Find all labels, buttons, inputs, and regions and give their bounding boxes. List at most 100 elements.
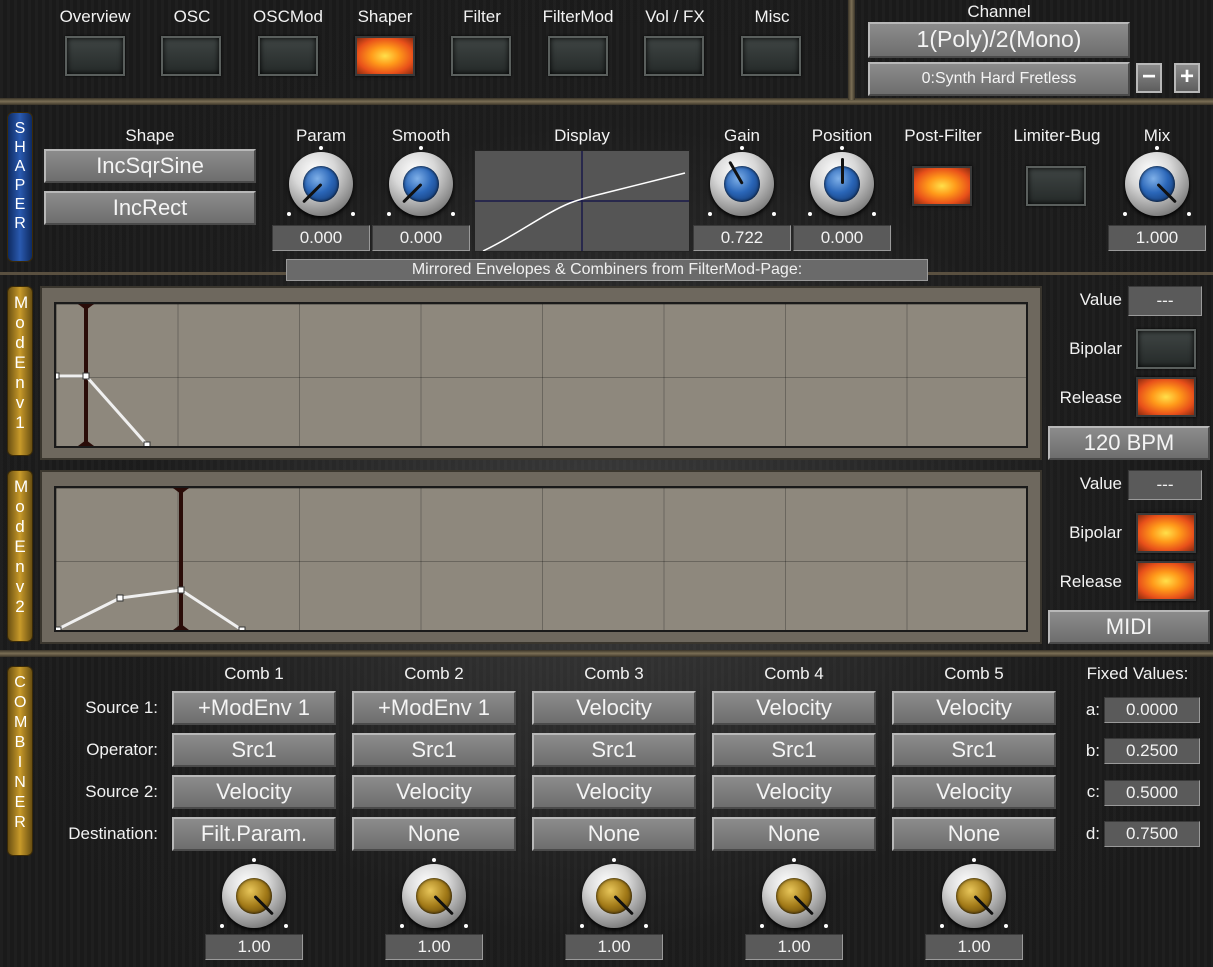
comb3-source1-select[interactable]: Velocity — [532, 691, 696, 725]
comb3-destination-select[interactable]: None — [532, 817, 696, 851]
channel-mode-select[interactable]: 1(Poly)/2(Mono) — [868, 22, 1130, 58]
tab-shaper-label: Shaper — [357, 7, 413, 26]
smooth-value[interactable]: 0.000 — [372, 225, 470, 251]
param-knob[interactable] — [287, 146, 355, 216]
comb5-operator-select[interactable]: Src1 — [892, 733, 1056, 767]
comb4-destination-select[interactable]: None — [712, 817, 876, 851]
shape1-select[interactable]: IncSqrSine — [44, 149, 256, 183]
comb5-amount-knob[interactable] — [940, 858, 1008, 928]
tab-osc[interactable] — [161, 36, 221, 76]
comb1-amount-value[interactable]: 1.00 — [205, 934, 303, 960]
position-knob[interactable] — [808, 146, 876, 216]
comb2-source1-select[interactable]: +ModEnv 1 — [352, 691, 516, 725]
comb1-source1-select[interactable]: +ModEnv 1 — [172, 691, 336, 725]
comb4-title: Comb 4 — [764, 664, 824, 683]
preset-prev-button[interactable]: − — [1136, 63, 1162, 93]
tab-osc-label: OSC — [173, 7, 211, 26]
preset-select[interactable]: 0:Synth Hard Fretless — [868, 62, 1130, 96]
limiterbug-toggle[interactable] — [1026, 166, 1086, 206]
comb3-operator-select[interactable]: Src1 — [532, 733, 696, 767]
gain-knob[interactable] — [708, 146, 776, 216]
comb5-title: Comb 5 — [944, 664, 1004, 683]
modenv1-tag-text: ModEnv1 — [14, 293, 29, 432]
tab-overview-label: Overview — [59, 7, 131, 26]
smooth-label: Smooth — [391, 126, 451, 145]
comb2-destination-select[interactable]: None — [352, 817, 516, 851]
fixed-d-value[interactable]: 0.7500 — [1104, 821, 1200, 847]
position-value[interactable]: 0.000 — [793, 225, 891, 251]
env2-release-toggle[interactable] — [1136, 561, 1196, 601]
limiterbug-label: Limiter-Bug — [1013, 126, 1101, 145]
shape-label: Shape — [125, 126, 175, 145]
modenv1-panel — [40, 286, 1042, 460]
comb1-destination-select[interactable]: Filt.Param. — [172, 817, 336, 851]
tab-misc[interactable] — [741, 36, 801, 76]
tab-filtermod[interactable] — [548, 36, 608, 76]
comb1-amount-knob[interactable] — [220, 858, 288, 928]
modenv2-graph[interactable] — [54, 486, 1028, 632]
modenv2-tag: ModEnv2 — [7, 470, 33, 642]
comb4-amount-value[interactable]: 1.00 — [745, 934, 843, 960]
comb2-source2-select[interactable]: Velocity — [352, 775, 516, 809]
tab-overview[interactable] — [65, 36, 125, 76]
comb4-source2-select[interactable]: Velocity — [712, 775, 876, 809]
postfilter-label: Post-Filter — [904, 126, 982, 145]
comb3-title: Comb 3 — [584, 664, 644, 683]
comb4-operator-select[interactable]: Src1 — [712, 733, 876, 767]
comb3-amount-knob[interactable] — [580, 858, 648, 928]
mix-label: Mix — [1143, 126, 1171, 145]
env1-sync-select[interactable]: 120 BPM — [1048, 426, 1210, 460]
env2-sync-select[interactable]: MIDI — [1048, 610, 1210, 644]
shaper-display — [474, 150, 690, 252]
row-label-destination: Destination: — [68, 824, 158, 843]
gain-value[interactable]: 0.722 — [693, 225, 791, 251]
comb2-operator-select[interactable]: Src1 — [352, 733, 516, 767]
row-label-source1: Source 1: — [85, 698, 158, 717]
channel-title: Channel — [967, 2, 1031, 21]
tab-volfx[interactable] — [644, 36, 704, 76]
shape2-select[interactable]: IncRect — [44, 191, 256, 225]
mirror-banner: Mirrored Envelopes & Combiners from Filt… — [286, 259, 928, 281]
comb5-destination-select[interactable]: None — [892, 817, 1056, 851]
env2-value: --- — [1128, 470, 1202, 500]
preset-next-button[interactable]: + — [1174, 63, 1200, 93]
comb5-source1-select[interactable]: Velocity — [892, 691, 1056, 725]
comb3-source2-select[interactable]: Velocity — [532, 775, 696, 809]
comb4-source1-select[interactable]: Velocity — [712, 691, 876, 725]
modenv2-curve — [56, 488, 246, 630]
fixed-c-label: c: — [1086, 782, 1100, 801]
tab-misc-label: Misc — [754, 7, 790, 26]
comb5-amount-value[interactable]: 1.00 — [925, 934, 1023, 960]
combiner-section-tag: COMBINER — [7, 666, 33, 856]
comb2-amount-knob[interactable] — [400, 858, 468, 928]
env1-value-label: Value — [1079, 290, 1122, 309]
comb4-amount-knob[interactable] — [760, 858, 828, 928]
mix-knob[interactable] — [1123, 146, 1191, 216]
env2-bipolar-toggle[interactable] — [1136, 513, 1196, 553]
tab-volfx-label: Vol / FX — [645, 7, 705, 26]
comb1-operator-select[interactable]: Src1 — [172, 733, 336, 767]
tab-filter[interactable] — [451, 36, 511, 76]
param-value[interactable]: 0.000 — [272, 225, 370, 251]
modenv1-graph[interactable] — [54, 302, 1028, 448]
env1-release-toggle[interactable] — [1136, 377, 1196, 417]
comb3-amount-value[interactable]: 1.00 — [565, 934, 663, 960]
comb5-source2-select[interactable]: Velocity — [892, 775, 1056, 809]
postfilter-toggle[interactable] — [912, 166, 972, 206]
divider — [0, 650, 1213, 657]
comb2-amount-value[interactable]: 1.00 — [385, 934, 483, 960]
mix-value[interactable]: 1.000 — [1108, 225, 1206, 251]
fixed-b-label: b: — [1085, 741, 1100, 760]
comb1-source2-select[interactable]: Velocity — [172, 775, 336, 809]
env2-bipolar-label: Bipolar — [1069, 523, 1122, 542]
comb2-title: Comb 2 — [404, 664, 464, 683]
fixed-c-value[interactable]: 0.5000 — [1104, 780, 1200, 806]
smooth-knob[interactable] — [387, 146, 455, 216]
env1-value: --- — [1128, 286, 1202, 316]
env1-bipolar-toggle[interactable] — [1136, 329, 1196, 369]
env1-release-label: Release — [1059, 388, 1122, 407]
fixed-b-value[interactable]: 0.2500 — [1104, 738, 1200, 764]
tab-oscmod[interactable] — [258, 36, 318, 76]
tab-shaper[interactable] — [355, 36, 415, 76]
fixed-a-value[interactable]: 0.0000 — [1104, 697, 1200, 723]
